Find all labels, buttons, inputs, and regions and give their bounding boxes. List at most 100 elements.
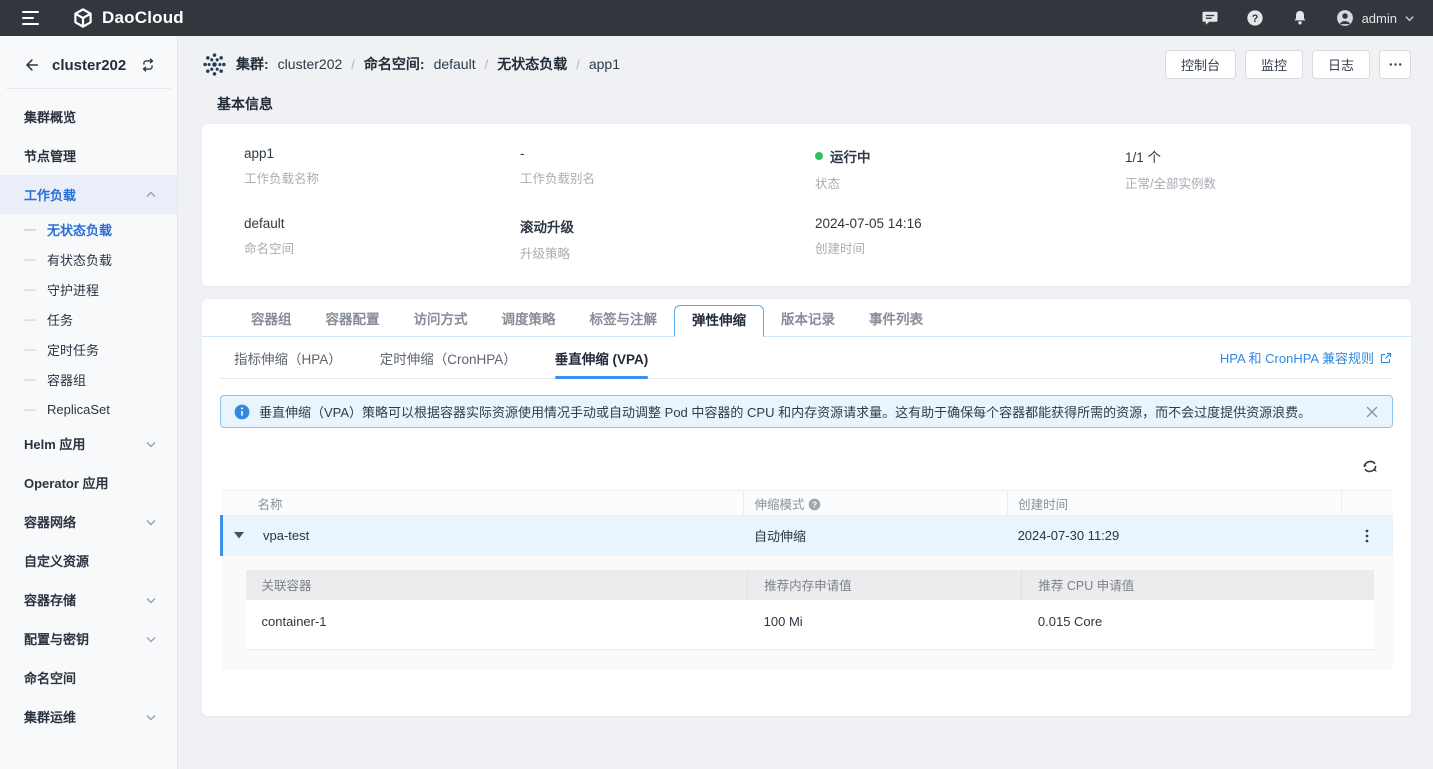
subtab-cronhpa[interactable]: 定时伸缩（CronHPA） [380, 337, 517, 378]
sidebar-cluster-title: cluster202 [52, 57, 127, 74]
sidebar-item-container-storage[interactable]: 容器存储 [0, 580, 177, 619]
dash-icon: — [24, 222, 36, 236]
tab-access[interactable]: 访问方式 [397, 305, 485, 336]
container-memory: 100 Mi [748, 600, 1022, 650]
crumb-separator: / [485, 57, 489, 72]
compat-rules-link[interactable]: HPA 和 CronHPA 兼容规则 [1220, 348, 1393, 367]
field-label: 状态 [815, 173, 1125, 192]
sidebar-item-label: 容器组 [47, 370, 86, 389]
ellipsis-icon [1388, 57, 1403, 72]
vpa-name[interactable]: vpa-test [263, 528, 309, 543]
field-value: 2024-07-05 14:16 [815, 216, 1125, 231]
sidebar-item-cronjobs[interactable]: — 定时任务 [0, 334, 177, 364]
sidebar-item-deployments[interactable]: — 无状态负载 [0, 214, 177, 244]
daocloud-logo[interactable]: DaoCloud [72, 7, 184, 29]
crumb-namespace-value[interactable]: default [434, 56, 476, 72]
sidebar-item-pods[interactable]: —容器组 [0, 364, 177, 394]
sidebar-item-label: 定时任务 [47, 340, 99, 359]
sidebar-item-jobs[interactable]: —任务 [0, 304, 177, 334]
subtab-hpa[interactable]: 指标伸缩（HPA） [234, 337, 342, 378]
field-status: 运行中 状态 [815, 146, 1125, 192]
status-badge: 运行中 [830, 146, 871, 166]
chevron-down-icon [145, 711, 157, 723]
crumb-cluster-value[interactable]: cluster202 [278, 56, 343, 72]
crumb-cluster-label: 集群: [236, 54, 269, 74]
column-header-memory: 推荐内存申请值 [748, 570, 1022, 600]
console-button[interactable]: 控制台 [1165, 50, 1236, 79]
tab-version-history[interactable]: 版本记录 [764, 305, 852, 336]
field-value: 滚动升级 [520, 216, 815, 236]
sidebar-item-label: 自定义资源 [24, 551, 89, 570]
sidebar-item-cluster-ops[interactable]: 集群运维 [0, 697, 177, 736]
sidebar-item-container-network[interactable]: 容器网络 [0, 502, 177, 541]
cluster-dots-icon [202, 52, 227, 77]
container-recommendation-table: 关联容器 推荐内存申请值 推荐 CPU 申请值 container-1 [246, 570, 1375, 650]
sidebar-item-cluster-overview[interactable]: 集群概览 [0, 97, 177, 136]
field-label: 创建时间 [815, 238, 1125, 257]
more-actions-button[interactable] [1379, 50, 1411, 79]
svg-text:?: ? [811, 499, 816, 509]
monitor-button[interactable]: 监控 [1245, 50, 1303, 79]
bell-icon[interactable] [1290, 8, 1310, 28]
tab-events[interactable]: 事件列表 [852, 305, 940, 336]
field-label: 正常/全部实例数 [1125, 173, 1411, 192]
column-header-actions [1341, 491, 1393, 516]
sidebar-item-operator-apps[interactable]: Operator 应用 [0, 463, 177, 502]
sidebar-item-node-management[interactable]: 节点管理 [0, 136, 177, 175]
info-icon [234, 404, 250, 420]
dash-icon: — [24, 402, 36, 416]
crumb-separator: / [351, 57, 355, 72]
refresh-icon[interactable] [1361, 459, 1379, 477]
hamburger-icon[interactable] [22, 11, 42, 25]
sidebar-item-label: 容器网络 [24, 512, 76, 531]
sidebar-item-custom-resources[interactable]: 自定义资源 [0, 541, 177, 580]
sidebar-item-label: 任务 [47, 310, 73, 329]
subtab-vpa[interactable]: 垂直伸缩 (VPA) [555, 337, 649, 378]
caret-down-icon[interactable] [234, 532, 244, 539]
tab-autoscaling[interactable]: 弹性伸缩 [674, 305, 764, 337]
sidebar-item-config-secrets[interactable]: 配置与密钥 [0, 619, 177, 658]
detail-tabs: 容器组 容器配置 访问方式 调度策略 标签与注解 弹性伸缩 版本记录 事件列表 [202, 299, 1411, 337]
sidebar-item-namespaces[interactable]: 命名空间 [0, 658, 177, 697]
sidebar-item-statefulsets[interactable]: —有状态负载 [0, 244, 177, 274]
field-label: 工作负载名称 [244, 168, 520, 187]
logs-button[interactable]: 日志 [1312, 50, 1370, 79]
sidebar-item-workloads[interactable]: 工作负载 [0, 175, 177, 214]
kebab-icon[interactable] [1359, 528, 1375, 544]
sidebar-item-label: 无状态负载 [47, 220, 112, 239]
field-created-time: 2024-07-05 14:16 创建时间 [815, 216, 1125, 262]
crumb-separator: / [576, 57, 580, 72]
close-icon[interactable] [1365, 405, 1379, 419]
crumb-workload-type[interactable]: 无状态负载 [497, 54, 567, 74]
sidebar-item-label: ReplicaSet [47, 402, 110, 417]
tab-pods[interactable]: 容器组 [234, 305, 309, 336]
field-label: 工作负载别名 [520, 168, 815, 187]
chevron-up-icon [145, 189, 157, 201]
chat-icon[interactable] [1200, 8, 1220, 28]
basic-info-title: 基本信息 [217, 94, 1411, 114]
crumb-namespace-label: 命名空间: [364, 54, 425, 74]
field-workload-name: app1 工作负载名称 [244, 146, 520, 192]
dash-icon: — [24, 342, 36, 356]
sidebar-item-replicasets[interactable]: — ReplicaSet [0, 394, 177, 424]
tab-scheduling[interactable]: 调度策略 [485, 305, 573, 336]
vpa-table: 名称 伸缩模式? 创建时间 vpa-test [220, 490, 1393, 670]
sidebar-item-daemonsets[interactable]: —守护进程 [0, 274, 177, 304]
sidebar: cluster202 集群概览 节点管理 工作负载 —无状态负载 —有状态负载 … [0, 36, 178, 769]
compat-rules-label: HPA 和 CronHPA 兼容规则 [1220, 348, 1374, 367]
question-badge-icon[interactable]: ? [808, 498, 821, 511]
tab-container-config[interactable]: 容器配置 [309, 305, 397, 336]
chevron-down-icon [145, 633, 157, 645]
column-header-created: 创建时间 [1008, 491, 1342, 516]
sidebar-item-label: 集群运维 [24, 707, 76, 726]
sidebar-item-helm-apps[interactable]: Helm 应用 [0, 424, 177, 463]
column-header-mode: 伸缩模式? [744, 491, 1008, 516]
help-icon[interactable]: ? [1245, 8, 1265, 28]
tab-labels-annotations[interactable]: 标签与注解 [573, 305, 675, 336]
chevron-down-icon [145, 594, 157, 606]
user-menu[interactable]: admin [1335, 8, 1415, 28]
switch-cluster-icon[interactable] [139, 56, 157, 74]
back-arrow-icon[interactable] [22, 56, 40, 74]
table-row-vpa-test[interactable]: vpa-test 自动伸缩 2024-07-30 11:29 [222, 516, 1394, 556]
vpa-info-banner: 垂直伸缩（VPA）策略可以根据容器实际资源使用情况手动或自动调整 Pod 中容器… [220, 395, 1393, 428]
